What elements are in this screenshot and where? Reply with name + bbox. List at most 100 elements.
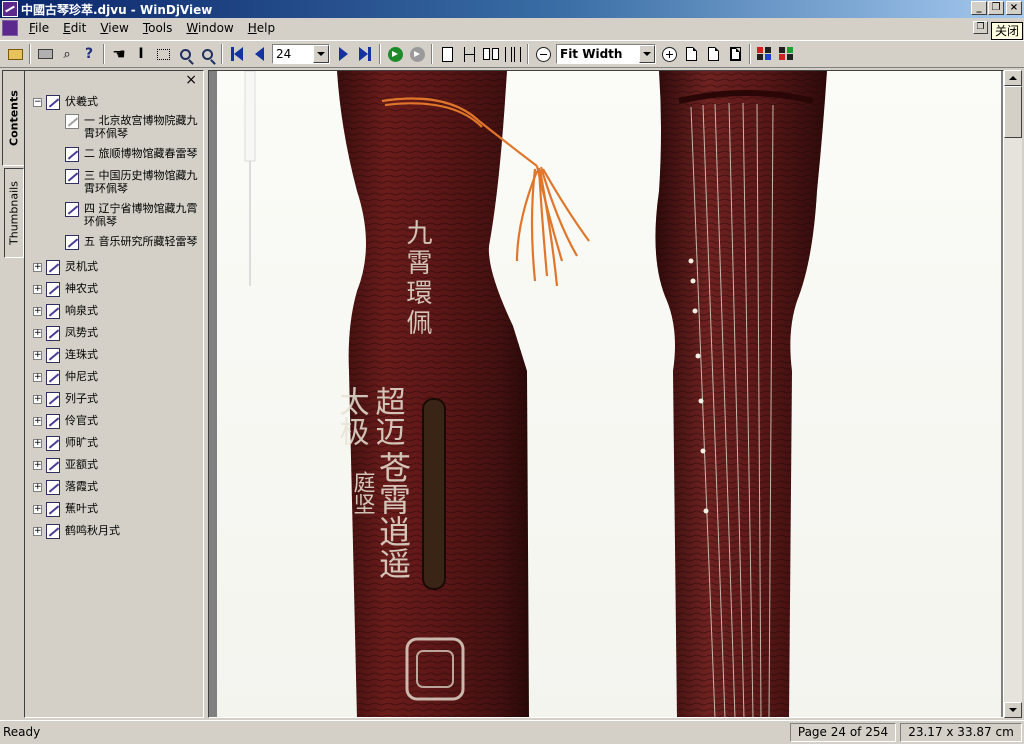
fit-width-button[interactable] bbox=[725, 44, 745, 64]
text-select-button[interactable]: Ι bbox=[131, 44, 151, 64]
tree-child-item[interactable]: 五 音乐研究所藏轻雷琴 bbox=[65, 235, 203, 250]
tree-child-item[interactable]: 三 中国历史博物馆藏九霄环佩琴 bbox=[65, 169, 203, 195]
tree-node[interactable]: + 连珠式 bbox=[33, 348, 203, 363]
chevron-down-icon[interactable] bbox=[639, 45, 655, 63]
document-page[interactable]: 九霄環佩 超迈 太极 苍霄逍遥 庭坚 bbox=[217, 71, 1001, 717]
help-button[interactable]: ? bbox=[79, 44, 99, 64]
tree-node[interactable]: + 响泉式 bbox=[33, 304, 203, 319]
expand-icon[interactable]: + bbox=[33, 505, 42, 514]
tree-child-label[interactable]: 五 音乐研究所藏轻雷琴 bbox=[84, 235, 203, 248]
tree-node-label[interactable]: 神农式 bbox=[65, 282, 98, 295]
expand-icon[interactable]: + bbox=[33, 263, 42, 272]
print-button[interactable] bbox=[35, 44, 55, 64]
first-page-button[interactable] bbox=[227, 44, 247, 64]
tree-node-label[interactable]: 列子式 bbox=[65, 392, 98, 405]
expand-icon[interactable]: + bbox=[33, 527, 42, 536]
tree-node-label[interactable]: 鹤鸣秋月式 bbox=[65, 524, 120, 537]
document-menu-icon[interactable] bbox=[2, 20, 18, 36]
color-mode-button[interactable] bbox=[755, 44, 775, 64]
tree-child-item[interactable]: 一 北京故宫博物院藏九霄环佩琴 bbox=[65, 114, 203, 140]
back-history-button[interactable] bbox=[407, 44, 427, 64]
doc-restore-button[interactable]: ❐ bbox=[973, 21, 988, 34]
page-number-value[interactable]: 24 bbox=[273, 47, 313, 61]
tree-node[interactable]: + 鹤鸣秋月式 bbox=[33, 524, 203, 539]
tree-node-label[interactable]: 连珠式 bbox=[65, 348, 98, 361]
maximize-button[interactable]: ❐ bbox=[988, 1, 1004, 15]
close-icon[interactable]: × bbox=[185, 73, 197, 87]
expand-icon[interactable]: + bbox=[33, 461, 42, 470]
zoom-rect-button[interactable] bbox=[197, 44, 217, 64]
close-button[interactable]: × bbox=[1006, 1, 1022, 15]
rect-select-button[interactable] bbox=[153, 44, 173, 64]
tab-contents[interactable]: Contents bbox=[2, 70, 26, 166]
tree-node-fuxi[interactable]: − 伏羲式 bbox=[33, 95, 203, 110]
tree-node-label[interactable]: 凤势式 bbox=[65, 326, 98, 339]
find-button[interactable]: ⌕ bbox=[57, 44, 77, 64]
tree-child-label[interactable]: 三 中国历史博物馆藏九霄环佩琴 bbox=[84, 169, 203, 195]
expand-icon[interactable]: + bbox=[33, 329, 42, 338]
tree-child-item[interactable]: 四 辽宁省博物馆藏九霄环佩琴 bbox=[65, 202, 203, 228]
tree-node[interactable]: + 伶官式 bbox=[33, 414, 203, 429]
tree-child-label[interactable]: 一 北京故宫博物院藏九霄环佩琴 bbox=[84, 114, 203, 140]
expand-icon[interactable]: + bbox=[33, 285, 42, 294]
tree-node[interactable]: + 落霞式 bbox=[33, 480, 203, 495]
app-icon[interactable] bbox=[2, 1, 18, 17]
zoom-tool-button[interactable] bbox=[175, 44, 195, 64]
zoom-value[interactable]: Fit Width bbox=[557, 47, 639, 61]
tree-node[interactable]: + 神农式 bbox=[33, 282, 203, 297]
tree-node[interactable]: + 师旷式 bbox=[33, 436, 203, 451]
tree-node-label[interactable]: 仲尼式 bbox=[65, 370, 98, 383]
scroll-down-button[interactable] bbox=[1004, 702, 1022, 718]
fit-page-button[interactable] bbox=[703, 44, 723, 64]
tree-node-label[interactable]: 落霞式 bbox=[65, 480, 98, 493]
tree-node[interactable]: + 灵机式 bbox=[33, 260, 203, 275]
expand-icon[interactable]: + bbox=[33, 483, 42, 492]
collapse-icon[interactable]: − bbox=[33, 98, 42, 107]
tree-node[interactable]: + 蕉叶式 bbox=[33, 502, 203, 517]
document-viewer[interactable]: 九霄環佩 超迈 太极 苍霄逍遥 庭坚 bbox=[208, 70, 1004, 718]
zoom-in-button[interactable] bbox=[659, 44, 679, 64]
menu-window[interactable]: Window bbox=[179, 19, 240, 37]
expand-icon[interactable]: + bbox=[33, 439, 42, 448]
menu-file[interactable]: File bbox=[22, 19, 56, 37]
expand-icon[interactable]: + bbox=[33, 417, 42, 426]
tree-node-label[interactable]: 响泉式 bbox=[65, 304, 98, 317]
tree-node[interactable]: + 仲尼式 bbox=[33, 370, 203, 385]
scroll-up-button[interactable] bbox=[1004, 70, 1022, 86]
actual-size-button[interactable] bbox=[681, 44, 701, 64]
display-mode-button[interactable] bbox=[777, 44, 797, 64]
open-button[interactable] bbox=[5, 44, 25, 64]
menu-tools[interactable]: Tools bbox=[136, 19, 180, 37]
tree-node-label[interactable]: 灵机式 bbox=[65, 260, 98, 273]
zoom-combo[interactable]: Fit Width bbox=[556, 44, 656, 64]
minimize-button[interactable]: _ bbox=[971, 1, 987, 15]
vertical-scrollbar[interactable] bbox=[1004, 70, 1022, 718]
continuous-facing-button[interactable] bbox=[503, 44, 523, 64]
tree-node[interactable]: + 凤势式 bbox=[33, 326, 203, 341]
hand-tool-button[interactable]: ☚ bbox=[109, 44, 129, 64]
chevron-down-icon[interactable] bbox=[313, 45, 329, 63]
tree-node[interactable]: + 列子式 bbox=[33, 392, 203, 407]
tree-node-label[interactable]: 师旷式 bbox=[65, 436, 98, 449]
last-page-button[interactable] bbox=[355, 44, 375, 64]
page-number-combo[interactable]: 24 bbox=[272, 44, 330, 64]
menu-view[interactable]: View bbox=[93, 19, 135, 37]
forward-history-button[interactable] bbox=[385, 44, 405, 64]
tree-child-item[interactable]: 二 旅顺博物馆藏春雷琴 bbox=[65, 147, 203, 162]
tree-child-label[interactable]: 四 辽宁省博物馆藏九霄环佩琴 bbox=[84, 202, 203, 228]
continuous-button[interactable] bbox=[459, 44, 479, 64]
menu-help[interactable]: Help bbox=[241, 19, 282, 37]
tree-child-label[interactable]: 二 旅顺博物馆藏春雷琴 bbox=[84, 147, 203, 160]
tree-node-label[interactable]: 亚额式 bbox=[65, 458, 98, 471]
scroll-thumb[interactable] bbox=[1004, 86, 1022, 138]
tree-node[interactable]: + 亚额式 bbox=[33, 458, 203, 473]
single-page-button[interactable] bbox=[437, 44, 457, 64]
tree-node-label[interactable]: 伏羲式 bbox=[65, 95, 98, 108]
tree-node-label[interactable]: 蕉叶式 bbox=[65, 502, 98, 515]
tab-thumbnails[interactable]: Thumbnails bbox=[4, 168, 24, 258]
tree-node-label[interactable]: 伶官式 bbox=[65, 414, 98, 427]
expand-icon[interactable]: + bbox=[33, 395, 42, 404]
expand-icon[interactable]: + bbox=[33, 373, 42, 382]
expand-icon[interactable]: + bbox=[33, 307, 42, 316]
menu-edit[interactable]: Edit bbox=[56, 19, 93, 37]
